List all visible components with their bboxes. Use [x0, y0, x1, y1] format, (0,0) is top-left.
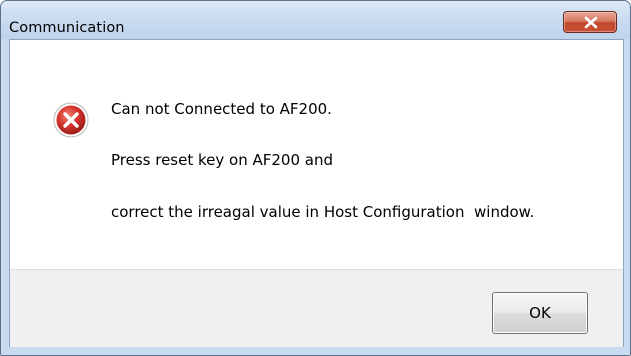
error-message-line-2: Press reset key on AF200 and [111, 151, 333, 169]
error-message-line-1: Can not Connected to AF200. [111, 100, 332, 118]
dialog-window: Communication Can not Connected to AF200… [0, 0, 631, 356]
ok-button[interactable]: OK [492, 292, 588, 334]
error-icon [53, 102, 89, 138]
close-button[interactable] [563, 11, 617, 33]
title-bar[interactable]: Communication [1, 1, 630, 39]
message-area: Can not Connected to AF200. Press reset … [10, 40, 623, 269]
window-title: Communication [9, 20, 125, 36]
close-icon [584, 16, 598, 29]
button-bar: OK [10, 269, 623, 347]
error-message-line-3: correct the irreagal value in Host Confi… [111, 203, 535, 221]
dialog-body: Can not Connected to AF200. Press reset … [9, 39, 624, 347]
